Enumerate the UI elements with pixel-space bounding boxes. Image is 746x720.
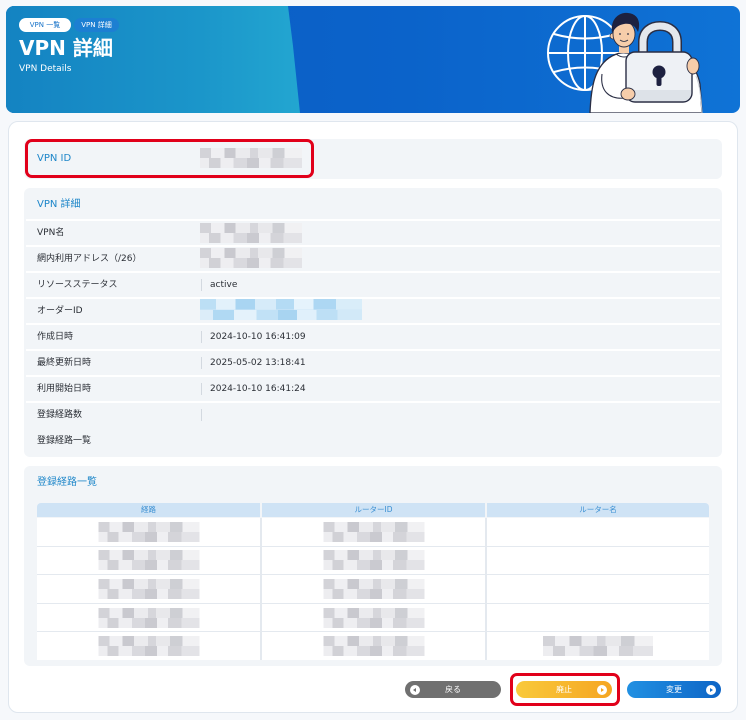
- status-value: active: [210, 280, 238, 290]
- detail-row-internal-address: 網内利用アドレス（/26）: [26, 245, 720, 271]
- detail-label: 登録経路数: [37, 410, 83, 420]
- section-heading: VPN 詳細: [37, 199, 81, 210]
- detail-label: 最終更新日時: [37, 358, 92, 368]
- detail-label: リソースステータス: [37, 280, 118, 290]
- router-name-cell: [487, 603, 709, 632]
- redacted-value: [98, 636, 199, 657]
- router-id-cell: [262, 632, 485, 660]
- abolish-button-label: 廃止: [556, 685, 572, 694]
- back-button[interactable]: 戻る: [405, 681, 501, 698]
- value-divider: [201, 409, 202, 421]
- redacted-value: [98, 607, 199, 628]
- detail-row-route-list: 登録経路一覧: [26, 427, 720, 453]
- back-button-label: 戻る: [445, 685, 461, 694]
- table-header: 経路 ルーターID ルーター名: [37, 503, 709, 517]
- detail-row-vpn-name: VPN名: [26, 219, 720, 245]
- router-name-cell: [487, 546, 709, 575]
- abolish-button[interactable]: 廃止: [516, 681, 612, 698]
- value-divider: [201, 279, 202, 291]
- started-at-value: 2024-10-10 16:41:24: [210, 384, 306, 394]
- redacted-value: [543, 636, 653, 657]
- circle-arrow-right-icon: [597, 684, 607, 695]
- router-name-cell: [487, 518, 709, 546]
- column-header-router-name: ルーター名: [487, 503, 709, 517]
- router-id-cell: [262, 603, 485, 632]
- person-holding-padlock-icon: [589, 12, 703, 113]
- detail-label: オーダーID: [37, 306, 83, 316]
- detail-row-resource-status: リソースステータス active: [26, 271, 720, 297]
- router-name-cell: [487, 575, 709, 603]
- breadcrumb-current: VPN 詳細: [74, 18, 119, 32]
- redacted-value: [200, 223, 302, 243]
- redacted-value: [323, 607, 424, 628]
- detail-rows: VPN名 網内利用アドレス（/26） リソースステータス active オーダー…: [26, 219, 720, 453]
- detail-row-created-at: 作成日時 2024-10-10 16:41:09: [26, 323, 720, 349]
- redacted-value: [323, 550, 424, 571]
- detail-row-updated-at: 最終更新日時 2025-05-02 13:18:41: [26, 349, 720, 375]
- value-divider: [201, 331, 202, 343]
- detail-label: 登録経路一覧: [37, 436, 92, 446]
- route-cell: [37, 546, 260, 575]
- router-id-cell: [262, 575, 485, 603]
- detail-row-route-count: 登録経路数: [26, 401, 720, 427]
- column-header-route: 経路: [37, 503, 260, 517]
- circle-arrow-left-icon: [410, 684, 420, 695]
- detail-label: 網内利用アドレス（/26）: [37, 254, 142, 264]
- change-button-label: 変更: [666, 685, 682, 694]
- router-id-cell: [262, 546, 485, 575]
- detail-label: 利用開始日時: [37, 384, 92, 394]
- redacted-value: [323, 578, 424, 599]
- redacted-value: [323, 521, 424, 542]
- route-cell: [37, 575, 260, 603]
- breadcrumb-vpn-list-link[interactable]: VPN 一覧: [19, 18, 71, 32]
- section-heading: 登録経路一覧: [37, 477, 97, 488]
- redacted-value: [98, 578, 199, 599]
- redacted-value: [98, 521, 199, 542]
- route-cell: [37, 603, 260, 632]
- detail-row-started-at: 利用開始日時 2024-10-10 16:41:24: [26, 375, 720, 401]
- route-cell: [37, 632, 260, 660]
- page-title: VPN 詳細: [19, 36, 113, 60]
- routes-section: 登録経路一覧 経路 ルーターID ルーター名: [24, 466, 722, 666]
- route-cell: [37, 518, 260, 546]
- change-button[interactable]: 変更: [627, 681, 721, 698]
- circle-arrow-right-icon: [706, 684, 716, 695]
- redacted-value: [323, 636, 424, 657]
- vpn-id-section: VPN ID: [24, 139, 722, 179]
- value-divider: [201, 357, 202, 369]
- updated-at-value: 2025-05-02 13:18:41: [210, 358, 306, 368]
- vpn-id-label: VPN ID: [37, 153, 72, 164]
- order-id-link[interactable]: [200, 299, 362, 320]
- header-illustration: [547, 12, 703, 113]
- redacted-value: [200, 148, 302, 168]
- value-divider: [201, 383, 202, 395]
- detail-label: 作成日時: [37, 332, 74, 342]
- column-header-router-id: ルーターID: [262, 503, 485, 517]
- redacted-value: [98, 550, 199, 571]
- router-id-cell: [262, 518, 485, 546]
- detail-label: VPN名: [37, 228, 65, 238]
- page-subtitle: VPN Details: [19, 64, 72, 74]
- table-body: [37, 518, 709, 660]
- vpn-details-section: VPN 詳細 VPN名 網内利用アドレス（/26） リソースステータス acti…: [24, 188, 722, 457]
- routes-table: 経路 ルーターID ルーター名: [37, 503, 709, 660]
- detail-row-order-id: オーダーID: [26, 297, 720, 323]
- created-at-value: 2024-10-10 16:41:09: [210, 332, 306, 342]
- router-name-cell: [487, 632, 709, 660]
- page-header: VPN 一覧 VPN 詳細 VPN 詳細 VPN Details: [6, 6, 740, 113]
- redacted-value: [200, 248, 302, 268]
